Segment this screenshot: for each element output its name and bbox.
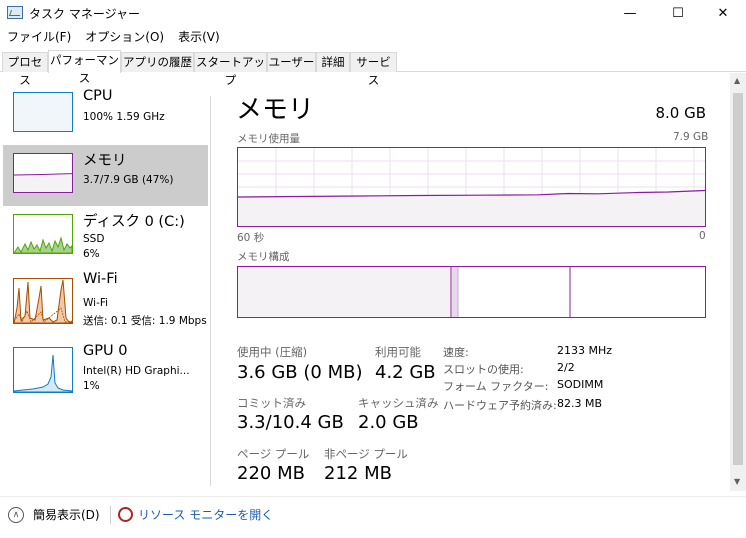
menu-bar: ファイル(F) オプション(O) 表示(V)	[0, 27, 227, 47]
wifi-thumbnail-graph	[13, 278, 73, 324]
scroll-down-arrow-icon[interactable]: ▼	[734, 477, 740, 486]
form-factor-value: SODIMM	[557, 378, 604, 391]
sidebar-item-detail: 3.7/7.9 GB (47%)	[83, 174, 174, 186]
sidebar-item-disk[interactable]: ディスク 0 (C:) SSD 6%	[3, 206, 208, 267]
form-factor-label: フォーム ファクター:	[443, 380, 549, 393]
minimize-button[interactable]: —	[607, 0, 653, 26]
fewer-details-button[interactable]: ∧ 簡易表示(D)	[8, 506, 100, 523]
menu-options[interactable]: オプション(O)	[78, 27, 171, 47]
sidebar-item-detail-2: 6%	[83, 248, 100, 260]
cached-label: キャッシュ済み	[358, 396, 439, 410]
memory-usage-graph	[237, 147, 706, 227]
paged-pool-value: 220 MB	[237, 463, 305, 484]
cpu-thumbnail-graph	[13, 92, 73, 132]
committed-label: コミット済み	[237, 396, 306, 410]
time-axis-left: 60 秒	[237, 232, 265, 244]
sidebar-divider	[210, 96, 211, 486]
chevron-up-icon: ∧	[8, 506, 24, 523]
sidebar-item-title: メモリ	[83, 153, 127, 169]
disk-thumbnail-graph	[13, 214, 73, 254]
sidebar-item-detail-2: 1%	[83, 380, 100, 392]
sidebar-item-title: GPU 0	[83, 343, 128, 359]
sidebar-item-wifi[interactable]: Wi-Fi Wi-Fi 送信: 0.1 受信: 1.9 Mbps	[3, 267, 208, 328]
resource-monitor-label: リソース モニターを開く	[138, 508, 274, 522]
tab-strip: プロセス パフォーマンス アプリの履歴 スタートアップ ユーザー 詳細 サービス	[0, 50, 746, 87]
sidebar-item-memory[interactable]: メモリ 3.7/7.9 GB (47%)	[3, 145, 208, 206]
slots-label: スロットの使用:	[443, 363, 524, 376]
scroll-up-arrow-icon[interactable]: ▲	[734, 76, 740, 85]
page-title: メモリ	[236, 95, 315, 125]
resource-sidebar: CPU 100% 1.59 GHz メモリ 3.7/7.9 GB (47%) デ…	[0, 84, 211, 484]
tab-performance[interactable]: パフォーマンス	[48, 50, 121, 85]
slots-value: 2/2	[557, 361, 575, 374]
close-button[interactable]: ✕	[700, 0, 746, 26]
nonpaged-pool-value: 212 MB	[324, 463, 392, 484]
menu-view[interactable]: 表示(V)	[171, 27, 227, 47]
available-label: 利用可能	[375, 345, 421, 359]
tab-startup[interactable]: スタートアップ	[194, 52, 267, 87]
tab-details[interactable]: 詳細	[316, 52, 350, 72]
composition-label: メモリ構成	[237, 251, 290, 263]
sidebar-item-gpu[interactable]: GPU 0 Intel(R) HD Graphi... 1%	[3, 339, 208, 400]
sidebar-item-detail: Wi-Fi	[83, 297, 109, 309]
task-manager-icon	[7, 6, 23, 19]
sidebar-item-cpu[interactable]: CPU 100% 1.59 GHz	[3, 84, 208, 145]
gpu-thumbnail-graph	[13, 347, 73, 393]
in-use-label: 使用中 (圧縮)	[237, 345, 308, 359]
tab-processes[interactable]: プロセス	[2, 52, 48, 87]
fewer-details-label: 簡易表示(D)	[33, 508, 100, 522]
task-manager-window: タスク マネージャー — ☐ ✕ ファイル(F) オプション(O) 表示(V) …	[0, 0, 746, 538]
bottom-bar: ∧ 簡易表示(D) リソース モニターを開く	[0, 496, 746, 538]
tab-app-history[interactable]: アプリの履歴	[121, 52, 194, 72]
tab-services[interactable]: サービス	[350, 52, 397, 87]
resource-monitor-icon	[118, 507, 133, 522]
maximize-button[interactable]: ☐	[655, 0, 701, 26]
available-value: 4.2 GB	[375, 362, 436, 383]
committed-value: 3.3/10.4 GB	[237, 412, 344, 433]
sidebar-item-title: CPU	[83, 88, 113, 104]
window-title: タスク マネージャー	[29, 7, 140, 21]
hardware-reserved-value: 82.3 MB	[557, 397, 603, 410]
sidebar-item-title: Wi-Fi	[83, 271, 118, 287]
title-bar: タスク マネージャー — ☐ ✕	[0, 0, 746, 26]
paged-pool-label: ページ プール	[237, 447, 310, 461]
bottom-separator	[110, 506, 111, 524]
sidebar-item-detail: Intel(R) HD Graphi...	[83, 365, 190, 377]
time-axis-right: 0	[699, 230, 706, 242]
menu-file[interactable]: ファイル(F)	[0, 27, 78, 47]
sidebar-item-detail: SSD	[83, 233, 105, 245]
hardware-reserved-label: ハードウェア予約済み:	[443, 399, 557, 412]
sidebar-item-detail: 100% 1.59 GHz	[83, 111, 165, 123]
vertical-scrollbar[interactable]: ▲ ▼	[730, 73, 746, 491]
speed-value: 2133 MHz	[557, 344, 613, 357]
sidebar-item-detail-2: 送信: 0.1 受信: 1.9 Mbps	[83, 315, 207, 327]
usage-graph-label: メモリ使用量	[237, 133, 300, 145]
memory-composition-bar	[237, 266, 706, 318]
usage-graph-max: 7.9 GB	[673, 131, 709, 143]
scrollbar-thumb[interactable]	[733, 93, 743, 465]
speed-label: 速度:	[443, 346, 469, 359]
in-use-value: 3.6 GB (0 MB)	[237, 362, 363, 383]
memory-thumbnail-graph	[13, 153, 73, 193]
memory-total: 8.0 GB	[655, 104, 706, 122]
cached-value: 2.0 GB	[358, 412, 419, 433]
tab-users[interactable]: ユーザー	[267, 52, 316, 72]
nonpaged-pool-label: 非ページ プール	[324, 447, 408, 461]
open-resource-monitor-link[interactable]: リソース モニターを開く	[118, 506, 273, 523]
sidebar-item-title: ディスク 0 (C:)	[83, 214, 185, 230]
